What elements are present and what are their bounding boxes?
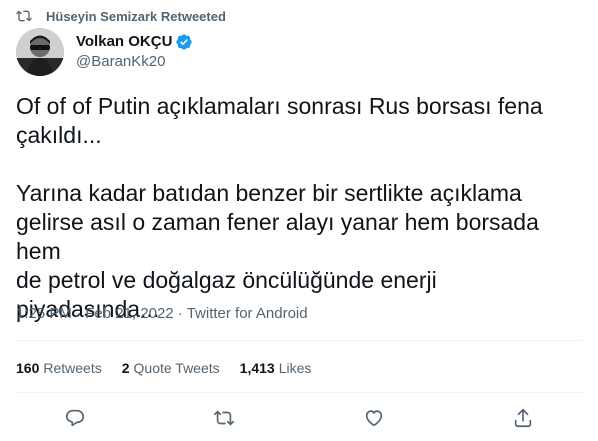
retweet-icon — [214, 410, 235, 426]
tweet-meta: 1:25 PM · Feb 21, 2022 · Twitter for And… — [16, 305, 308, 322]
share-icon — [515, 408, 532, 428]
retweet-button[interactable] — [206, 400, 242, 436]
retweet-icon — [16, 10, 32, 22]
retweet-context[interactable]: Hüseyin Semizark Retweeted — [16, 6, 226, 26]
action-bar — [0, 398, 598, 438]
quote-tweets-stat[interactable]: 2 Quote Tweets — [122, 360, 220, 376]
tweet-text: Of of of Putin açıklamaları sonrası Rus … — [16, 92, 582, 324]
divider — [16, 340, 582, 341]
author-handle[interactable]: @BaranKk20 — [76, 52, 193, 72]
retweets-count: 160 — [16, 360, 40, 376]
share-button[interactable] — [505, 400, 541, 436]
quote-tweets-label: Quote Tweets — [133, 360, 220, 376]
author-display-name: Volkan OKÇU — [76, 33, 173, 50]
tweet-stats: 160 Retweets 2 Quote Tweets 1,413 Likes — [16, 356, 331, 380]
quote-tweets-count: 2 — [121, 360, 130, 376]
author-name-row[interactable]: Volkan OKÇU — [76, 32, 193, 52]
meta-separator: · — [76, 305, 82, 322]
like-icon — [365, 410, 382, 427]
tweet-source[interactable]: Twitter for Android — [187, 305, 308, 322]
likes-label: Likes — [278, 360, 312, 376]
divider — [16, 392, 582, 393]
retweets-stat[interactable]: 160 Retweets — [16, 360, 102, 376]
tweet-header: Volkan OKÇU @BaranKk20 — [16, 28, 193, 76]
avatar-photo — [16, 28, 64, 76]
tweet-date[interactable]: Feb 21, 2022 — [85, 305, 173, 322]
tweet-paragraph-2: Yarına kadar batıdan benzer bir sertlikt… — [16, 180, 539, 322]
retweets-label: Retweets — [43, 360, 102, 376]
meta-separator: · — [177, 305, 183, 322]
likes-stat[interactable]: 1,413 Likes — [240, 360, 312, 376]
tweet-paragraph-1: Of of of Putin açıklamaları sonrası Rus … — [16, 93, 543, 148]
reply-button[interactable] — [57, 400, 93, 436]
verified-badge-icon — [176, 34, 193, 50]
likes-count: 1,413 — [239, 360, 275, 376]
tweet-time[interactable]: 1:25 PM — [16, 305, 72, 322]
author-info: Volkan OKÇU @BaranKk20 — [76, 32, 193, 72]
retweet-context-label: Hüseyin Semizark Retweeted — [46, 8, 226, 24]
reply-icon — [65, 409, 84, 427]
avatar[interactable] — [16, 28, 64, 76]
like-button[interactable] — [356, 400, 392, 436]
